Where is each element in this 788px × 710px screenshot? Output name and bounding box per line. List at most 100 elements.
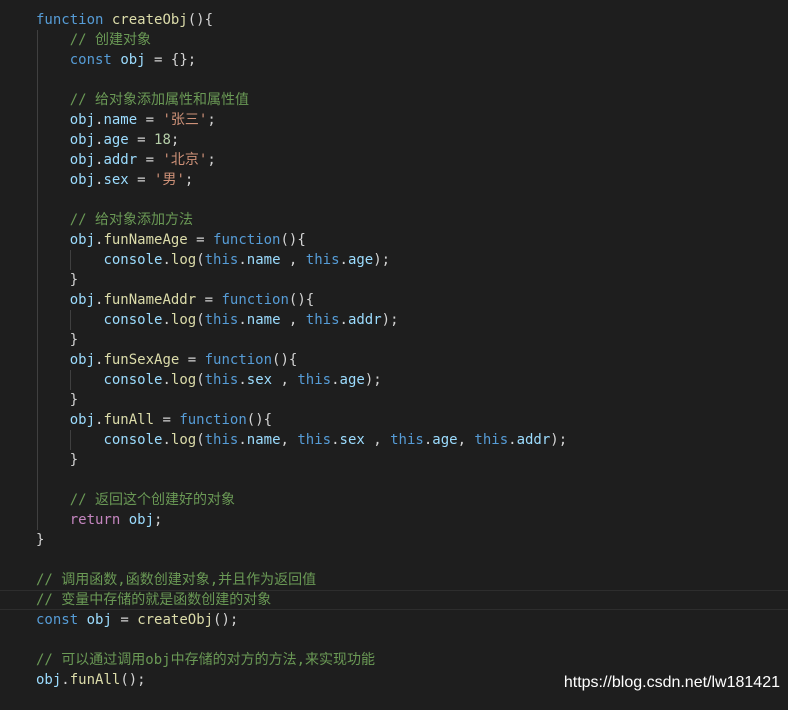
code-token: ;: [207, 152, 216, 168]
code-line[interactable]: obj.age = 18;: [0, 130, 788, 150]
code-token: this: [204, 372, 239, 388]
code-token: name: [103, 112, 138, 128]
code-token: this: [204, 252, 239, 268]
code-token: (: [196, 372, 205, 388]
code-line[interactable]: [0, 470, 788, 490]
code-token: '张三': [162, 112, 208, 128]
code-token: console: [103, 432, 163, 448]
code-token: .: [339, 252, 348, 268]
code-line[interactable]: console.log(this.name , this.addr);: [0, 310, 788, 330]
code-line[interactable]: // 给对象添加方法: [0, 210, 788, 230]
code-line[interactable]: obj.addr = '北京';: [0, 150, 788, 170]
code-token: obj: [69, 232, 96, 248]
code-line[interactable]: [0, 70, 788, 90]
code-line[interactable]: // 变量中存储的就是函数创建的对象: [0, 590, 788, 610]
code-token: function: [36, 12, 104, 28]
code-lines[interactable]: function createObj(){ // 创建对象 const obj …: [0, 10, 788, 690]
code-token: createObj: [137, 612, 214, 628]
code-token: // 给对象添加属性和属性值: [69, 92, 250, 108]
code-token: =: [179, 352, 205, 368]
code-line[interactable]: }: [0, 390, 788, 410]
code-line[interactable]: obj.funSexAge = function(){: [0, 350, 788, 370]
code-token: function: [204, 352, 273, 368]
code-line[interactable]: const obj = {};: [0, 50, 788, 70]
code-line[interactable]: obj.funNameAge = function(){: [0, 230, 788, 250]
code-token: (){: [246, 412, 273, 428]
code-token: sex: [246, 372, 273, 388]
code-line[interactable]: console.log(this.sex , this.age);: [0, 370, 788, 390]
code-token: this: [305, 252, 340, 268]
code-token: );: [373, 252, 391, 268]
watermark: https://blog.csdn.net/lw181421: [563, 674, 780, 691]
code-token: ,: [272, 372, 298, 388]
code-token: ;: [154, 512, 163, 528]
code-token: (: [196, 432, 205, 448]
code-token: console: [103, 312, 163, 328]
code-token: funSexAge: [103, 352, 180, 368]
code-token: .: [238, 372, 247, 388]
code-line[interactable]: console.log(this.name , this.age);: [0, 250, 788, 270]
code-token: }: [36, 392, 79, 408]
code-token: console: [103, 372, 163, 388]
code-token: log: [170, 432, 197, 448]
code-token: age: [103, 132, 129, 148]
code-line[interactable]: }: [0, 450, 788, 470]
code-token: obj: [86, 612, 112, 628]
code-line[interactable]: // 给对象添加属性和属性值: [0, 90, 788, 110]
code-editor[interactable]: function createObj(){ // 创建对象 const obj …: [0, 0, 788, 700]
code-line[interactable]: obj.funAll = function(){: [0, 410, 788, 430]
code-line[interactable]: }: [0, 530, 788, 550]
code-token: ;: [184, 172, 194, 188]
code-token: .: [423, 432, 433, 448]
code-token: .: [162, 312, 171, 328]
code-line[interactable]: obj.sex = '男';: [0, 170, 788, 190]
code-line[interactable]: // 创建对象: [0, 30, 788, 50]
code-token: .: [339, 312, 348, 328]
code-token: =: [137, 152, 163, 168]
code-token: this: [297, 432, 332, 448]
code-line[interactable]: // 调用函数,函数创建对象,并且作为返回值: [0, 570, 788, 590]
code-line[interactable]: // 可以通过调用obj中存储的对方的方法,来实现功能: [0, 650, 788, 670]
code-token: ,: [364, 432, 391, 448]
code-token: );: [550, 432, 568, 448]
code-line[interactable]: obj.name = '张三';: [0, 110, 788, 130]
code-token: obj: [69, 292, 96, 308]
code-token: .: [162, 372, 171, 388]
code-token: );: [364, 372, 382, 388]
code-token: obj: [69, 172, 96, 188]
code-token: .: [331, 432, 340, 448]
code-line[interactable]: }: [0, 330, 788, 350]
code-line[interactable]: console.log(this.name, this.sex , this.a…: [0, 430, 788, 450]
code-line[interactable]: const obj = createObj();: [0, 610, 788, 630]
code-token: .: [238, 312, 247, 328]
code-token: // 创建对象: [69, 32, 152, 48]
code-line[interactable]: obj.funNameAddr = function(){: [0, 290, 788, 310]
code-token: ;: [170, 132, 180, 148]
code-line[interactable]: [0, 190, 788, 210]
code-token: .: [238, 252, 247, 268]
code-line[interactable]: [0, 630, 788, 650]
code-token: .: [61, 672, 70, 688]
code-token: // 给对象添加方法: [69, 212, 194, 228]
code-token: this: [474, 432, 509, 448]
code-line[interactable]: return obj;: [0, 510, 788, 530]
code-line[interactable]: }: [0, 270, 788, 290]
code-token: (){: [288, 292, 315, 308]
code-token: obj: [69, 352, 96, 368]
code-line[interactable]: // 返回这个创建好的对象: [0, 490, 788, 510]
code-line[interactable]: [0, 550, 788, 570]
code-token: ,: [280, 432, 298, 448]
code-line[interactable]: function createObj(){: [0, 10, 788, 30]
code-token: ();: [213, 612, 239, 628]
code-token: =: [128, 132, 155, 148]
